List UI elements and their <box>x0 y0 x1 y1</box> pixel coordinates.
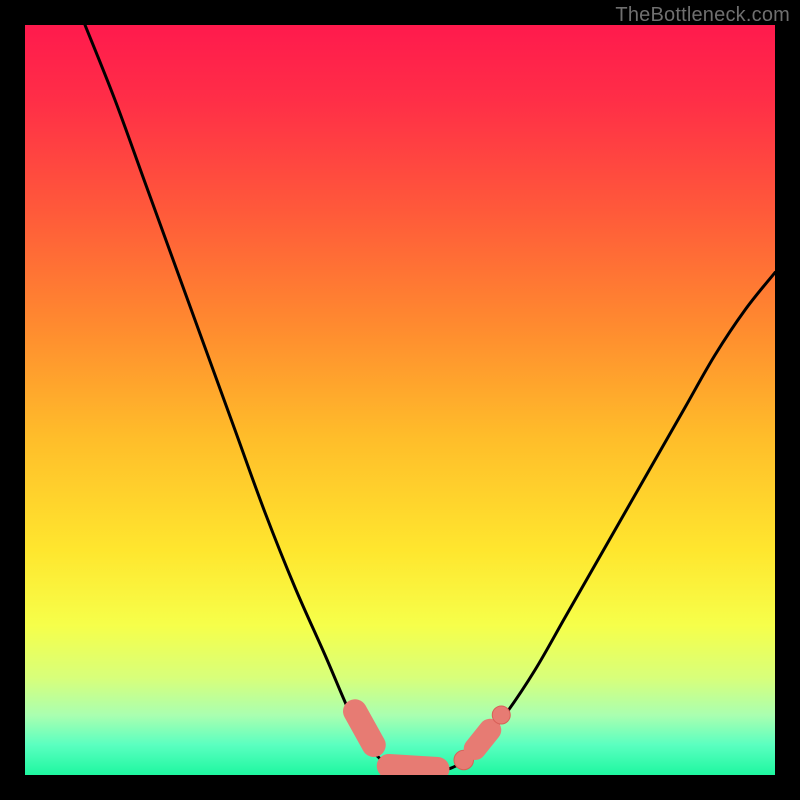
bottleneck-curve <box>85 25 775 772</box>
marker-capsule <box>389 766 438 769</box>
marker-capsule <box>475 730 490 749</box>
curve-path <box>85 25 775 772</box>
marker-capsule <box>355 711 374 745</box>
valley-markers <box>355 706 510 770</box>
plot-area <box>25 25 775 775</box>
marker-dot <box>492 706 510 724</box>
watermark-label: TheBottleneck.com <box>615 4 790 27</box>
chart-stage: TheBottleneck.com <box>0 0 800 800</box>
curve-layer <box>25 25 775 775</box>
